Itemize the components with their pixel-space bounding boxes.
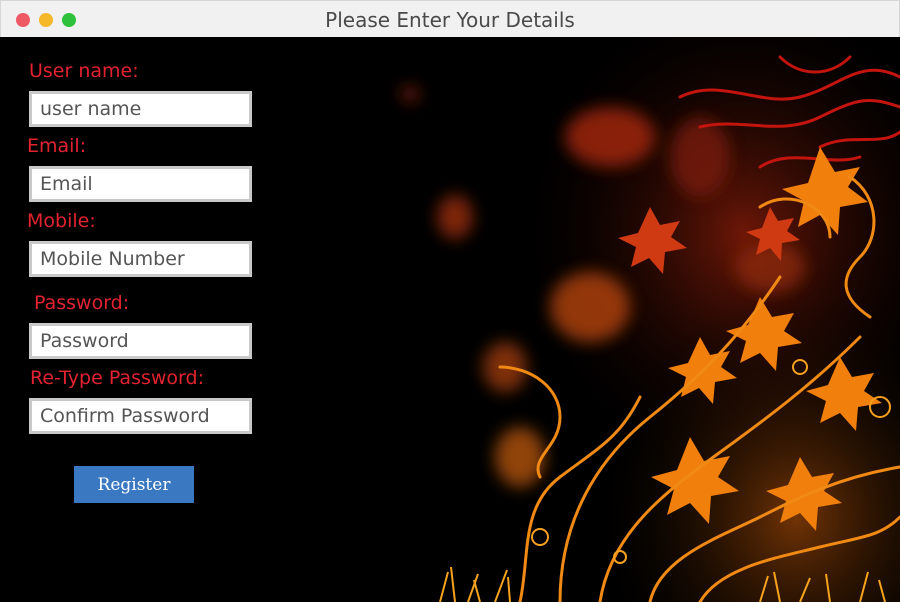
username-label: User name: [29, 60, 139, 82]
confirm-password-input[interactable] [29, 398, 252, 434]
mobile-label: Mobile: [27, 210, 96, 232]
retype-password-label: Re-Type Password: [30, 367, 204, 389]
window: Please Enter Your Details User name: use… [0, 0, 900, 602]
password-input[interactable] [29, 323, 252, 359]
email-label: Email: [27, 135, 87, 157]
mobile-input[interactable] [29, 241, 252, 277]
username-input[interactable] [29, 91, 252, 127]
window-title: Please Enter Your Details [325, 8, 575, 32]
email-input[interactable] [29, 166, 252, 202]
register-button[interactable]: Register [74, 466, 194, 503]
password-label: Password: [34, 292, 130, 314]
title-bar: Please Enter Your Details [0, 0, 900, 38]
